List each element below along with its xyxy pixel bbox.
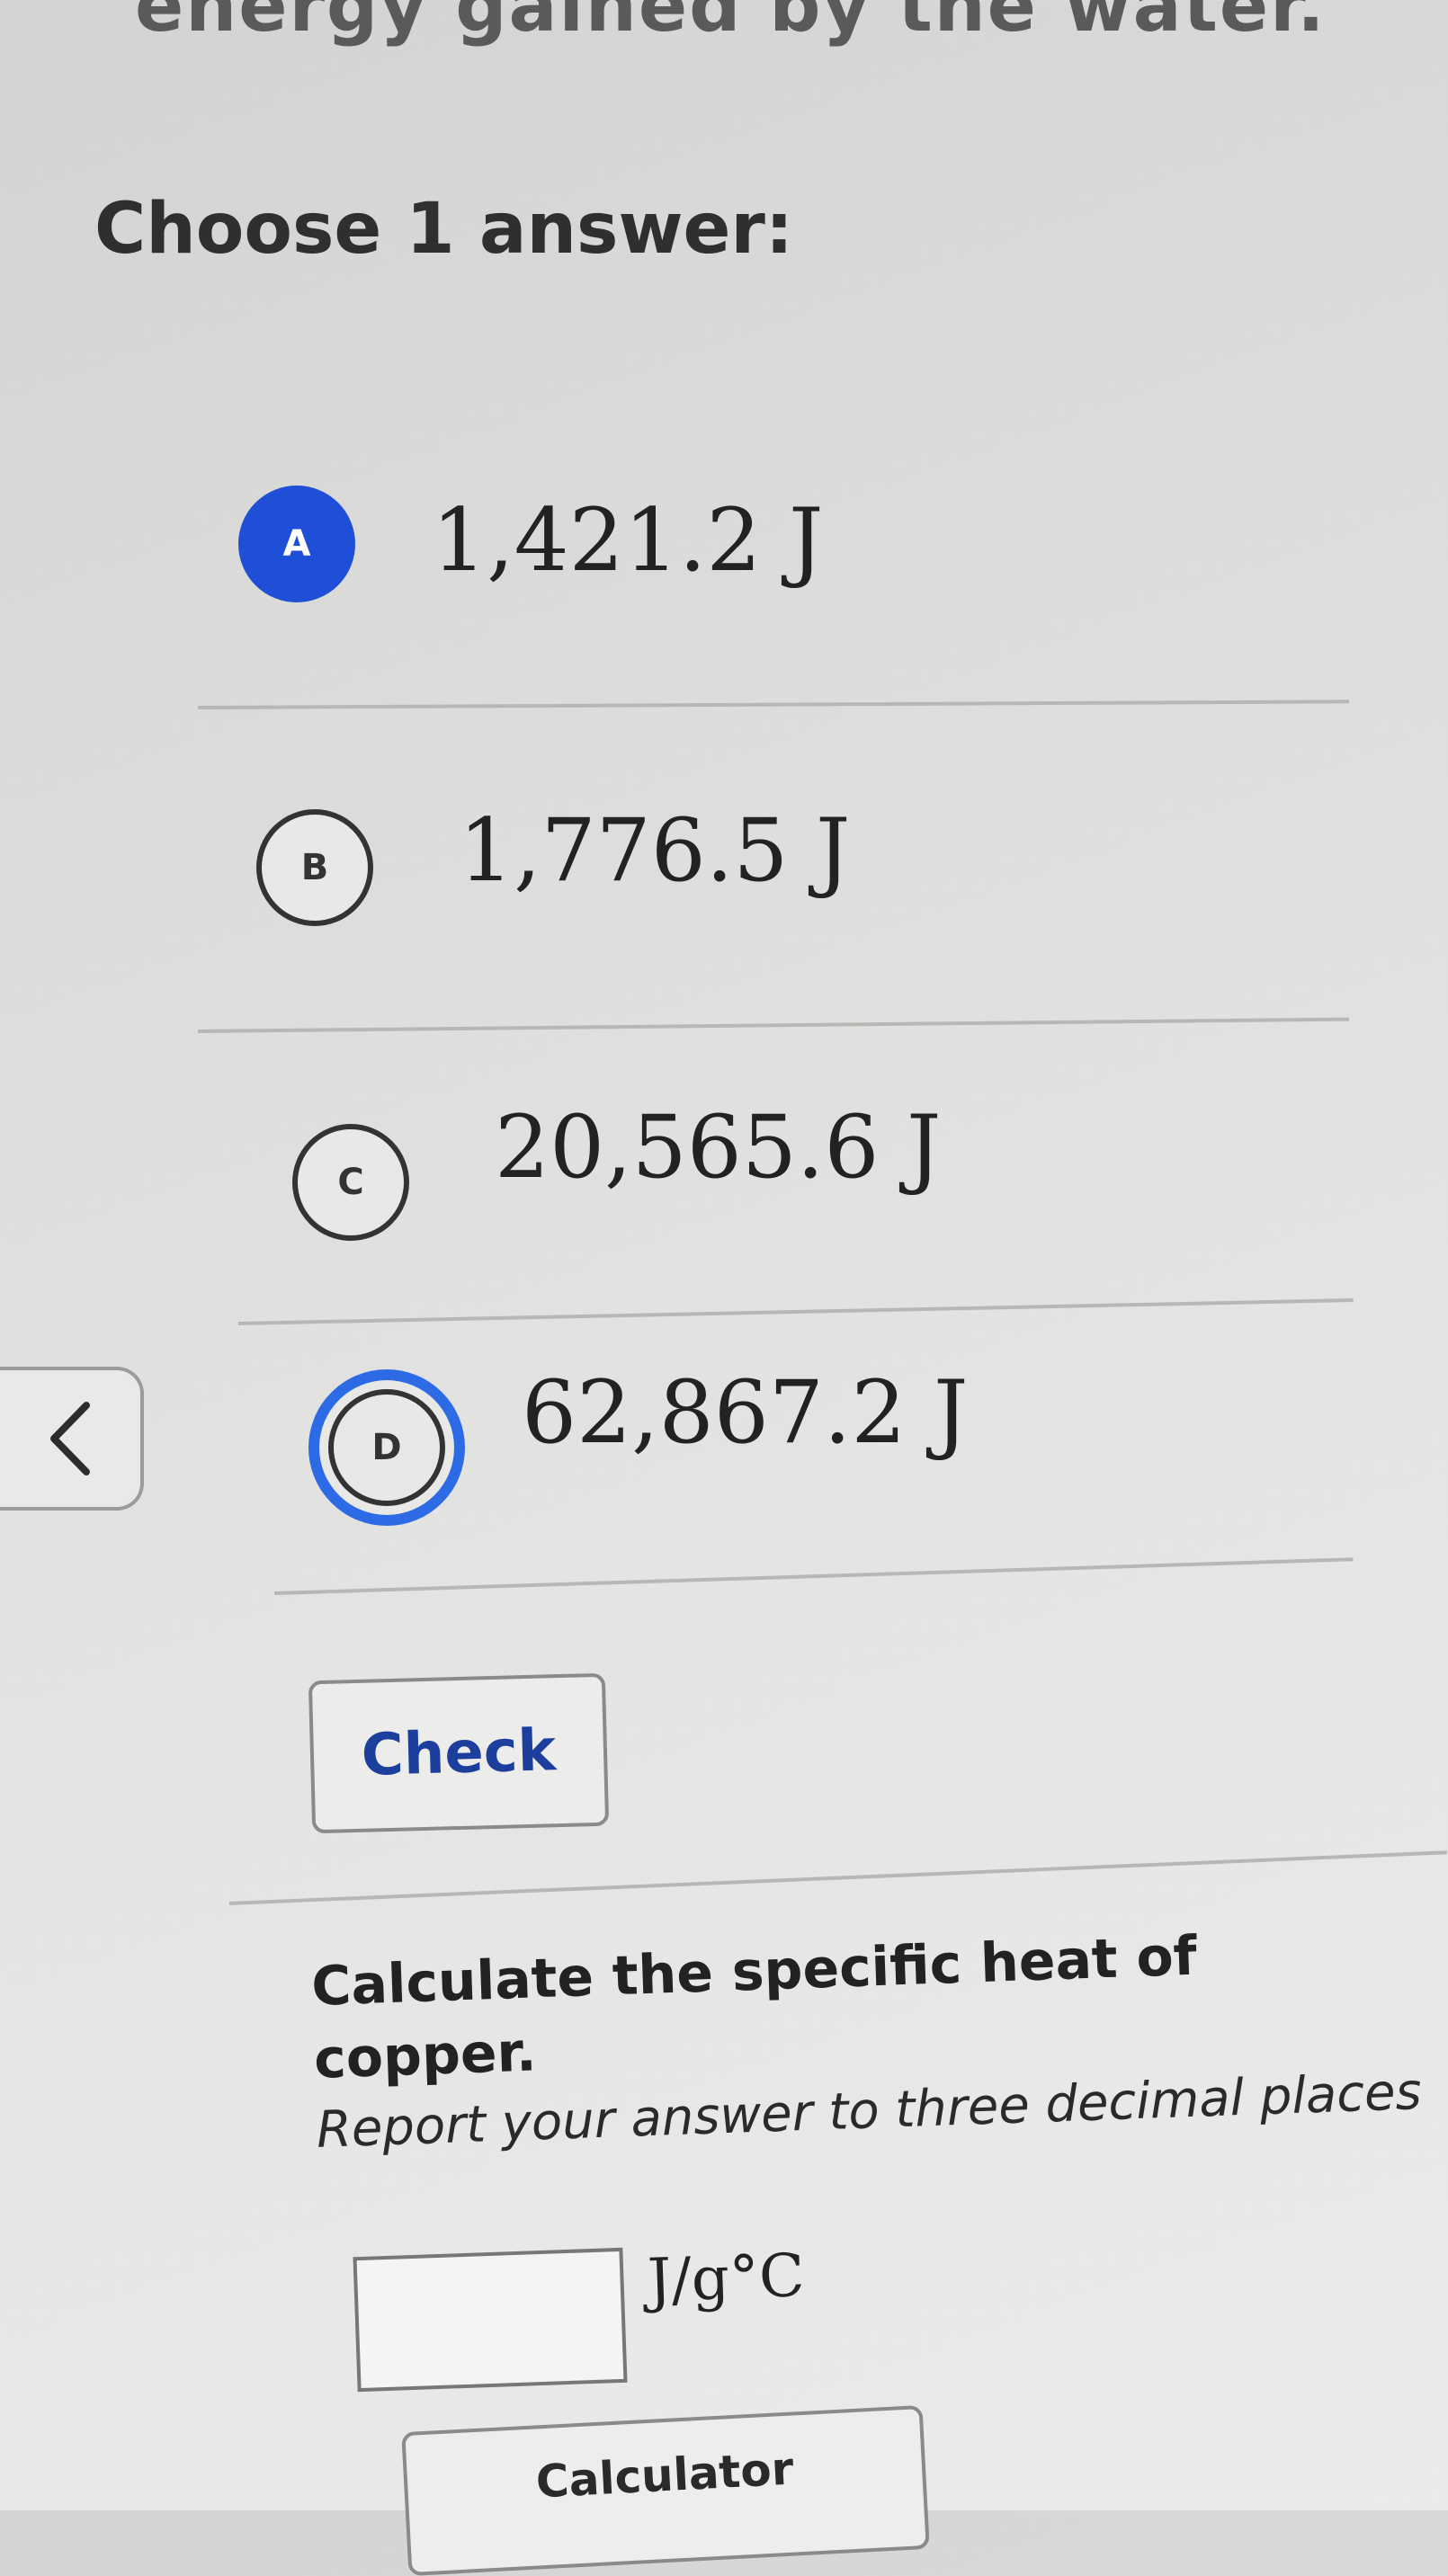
choice-b-label: 1,776.5 J: [459, 800, 851, 901]
choice-b[interactable]: B 1,776.5 J: [0, 800, 1448, 944]
question-block: Calculate the specific heat of copper. R…: [310, 1912, 1433, 2165]
answer-input[interactable]: [353, 2247, 628, 2393]
choice-a-label: 1,421.2 J: [432, 490, 824, 591]
section-divider: [228, 1850, 1447, 1905]
choice-divider: [273, 1557, 1354, 1595]
choice-a-bubble[interactable]: A: [238, 486, 355, 602]
choice-divider: [197, 700, 1349, 709]
check-button[interactable]: Check: [308, 1672, 610, 1834]
choice-divider: [237, 1298, 1354, 1325]
answer-unit: J/g°C: [646, 2240, 806, 2316]
choice-d-label: 62,867.2 J: [522, 1362, 969, 1463]
question-text-fragment: energy gained by the water.: [135, 0, 1327, 48]
choice-c-label: 20,565.6 J: [495, 1097, 942, 1198]
choice-d-bubble[interactable]: D: [328, 1389, 445, 1506]
choice-c-bubble[interactable]: C: [292, 1124, 409, 1241]
calculator-button[interactable]: Calculator: [401, 2404, 930, 2576]
choice-b-bubble[interactable]: B: [256, 809, 373, 926]
choice-c[interactable]: C 20,565.6 J: [0, 1097, 1448, 1250]
choice-divider: [197, 1017, 1349, 1033]
choice-d[interactable]: D 62,867.2 J: [0, 1362, 1448, 1524]
choice-a[interactable]: A 1,421.2 J: [0, 486, 1448, 620]
choose-answer-prompt: Choose 1 answer:: [94, 189, 794, 270]
